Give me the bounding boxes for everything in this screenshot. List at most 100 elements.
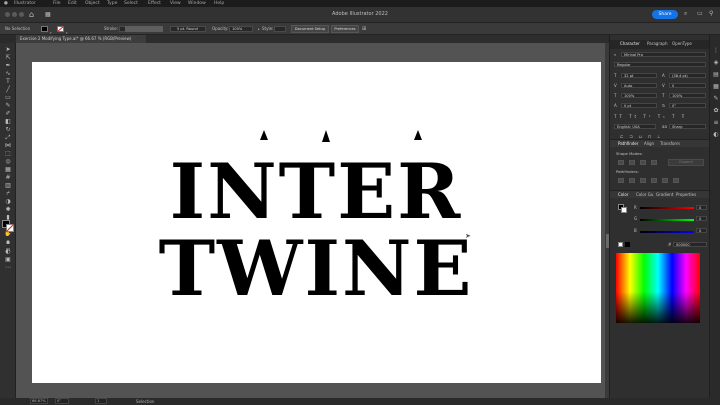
transparency-icon[interactable]: ◐: [711, 131, 720, 138]
stroke-color-box[interactable]: [6, 224, 14, 232]
tracking-field[interactable]: 0: [669, 83, 706, 88]
merge-icon[interactable]: [640, 178, 646, 183]
color-stroke-swatch[interactable]: [621, 207, 627, 213]
artboard-navigation-field[interactable]: 1: [95, 398, 107, 404]
screen-mode-icon[interactable]: ▣: [3, 256, 13, 263]
leading-field[interactable]: (38.4 pt): [669, 73, 706, 78]
search-help-icon[interactable]: ⚲: [709, 10, 713, 17]
edit-toolbar-icon[interactable]: ⋯: [3, 264, 13, 271]
graphic-style-swatch[interactable]: [274, 26, 286, 32]
tab-color[interactable]: Color: [618, 191, 628, 199]
blue-value-field[interactable]: 0: [696, 228, 707, 233]
artwork-line-2[interactable]: TWINE: [159, 224, 474, 313]
perspective-grid-tool-icon[interactable]: ▦: [3, 166, 13, 173]
green-slider[interactable]: [640, 219, 694, 221]
workspace-switcher-icon[interactable]: ▭: [697, 10, 703, 17]
control-menu-icon[interactable]: ⊞: [362, 23, 366, 35]
symbols-icon[interactable]: ✿: [711, 107, 720, 114]
crop-icon[interactable]: [651, 178, 657, 183]
gradient-tool-icon[interactable]: ▥: [3, 182, 13, 189]
minus-back-icon[interactable]: [673, 178, 679, 183]
properties-icon[interactable]: ⋮: [711, 47, 720, 54]
paintbrush-tool-icon[interactable]: ✎: [3, 102, 13, 109]
artboard[interactable]: INTER TWINE: [32, 62, 601, 383]
rectangle-tool-icon[interactable]: ▭: [3, 94, 13, 101]
divide-icon[interactable]: [618, 178, 624, 183]
minus-front-icon[interactable]: [629, 160, 635, 165]
brushes-icon[interactable]: ✎: [711, 95, 720, 102]
curvature-tool-icon[interactable]: ∿: [3, 70, 13, 77]
baseline-shift-field[interactable]: 0 pt: [621, 103, 657, 108]
menu-item-file[interactable]: File: [53, 0, 61, 7]
tab-color-guide[interactable]: Color Gu: [636, 191, 653, 199]
outline-icon[interactable]: [662, 178, 668, 183]
menu-item-effect[interactable]: Effect: [148, 0, 161, 7]
rotate-tool-icon[interactable]: ↻: [3, 126, 13, 133]
scale-tool-icon[interactable]: ⤢: [3, 134, 13, 141]
green-value-field[interactable]: 0: [696, 216, 707, 221]
free-transform-tool-icon[interactable]: ⬚: [3, 150, 13, 157]
width-tool-icon[interactable]: ⋈: [3, 142, 13, 149]
selection-tool-icon[interactable]: ➤: [3, 46, 13, 53]
menu-item-view[interactable]: View: [170, 0, 181, 7]
zoom-field[interactable]: 66.67%: [30, 398, 48, 404]
horizontal-scale-field[interactable]: 100%: [669, 93, 706, 98]
artwork[interactable]: INTER TWINE: [32, 62, 601, 383]
mesh-tool-icon[interactable]: #: [3, 174, 13, 181]
language-dropdown[interactable]: English: USA: [614, 124, 656, 129]
character-rotation-field[interactable]: 0°: [669, 103, 706, 108]
symbol-sprayer-tool-icon[interactable]: ✺: [3, 206, 13, 213]
type-tool-icon[interactable]: T: [3, 78, 13, 85]
eyedropper-tool-icon[interactable]: ⌿: [3, 190, 13, 197]
text-style-buttons[interactable]: TT Tt T¹ T₁ T Ŧ: [614, 114, 687, 119]
color-spectrum[interactable]: [616, 253, 700, 323]
find-font-icon[interactable]: ⌕: [614, 52, 616, 57]
rotate-view-field[interactable]: 0°: [55, 398, 69, 404]
menu-item-edit[interactable]: Edit: [68, 0, 77, 7]
intersect-icon[interactable]: [640, 160, 646, 165]
tab-opentype[interactable]: OpenType: [672, 40, 692, 48]
tab-pathfinder[interactable]: Pathfinder: [618, 140, 639, 148]
current-tool-status[interactable]: Selection: [136, 398, 154, 405]
tab-paragraph[interactable]: Paragraph: [647, 40, 668, 48]
font-family-dropdown[interactable]: Mirinal Pro: [621, 52, 706, 57]
trim-icon[interactable]: [629, 178, 635, 183]
black-color-icon[interactable]: [625, 242, 630, 247]
shaper-tool-icon[interactable]: ✐: [3, 110, 13, 117]
blend-tool-icon[interactable]: ◑: [3, 198, 13, 205]
pen-tool-icon[interactable]: ✒: [3, 62, 13, 69]
font-size-field[interactable]: 32 pt: [621, 73, 657, 78]
menu-item-type[interactable]: Type: [107, 0, 117, 7]
apple-menu-icon[interactable]: ●: [4, 0, 8, 7]
stroke-swatch[interactable]: [57, 26, 64, 32]
drawing-mode-icon[interactable]: ◐: [3, 248, 13, 255]
stroke-profile-field[interactable]: [125, 26, 163, 32]
document-setup-button[interactable]: Document Setup: [291, 25, 329, 33]
tab-properties[interactable]: Properties: [676, 191, 696, 199]
font-style-dropdown[interactable]: Regular: [614, 62, 706, 67]
tab-align[interactable]: Align: [644, 140, 654, 148]
preferences-button[interactable]: Preferences: [331, 25, 359, 33]
menu-item-select[interactable]: Select: [124, 0, 138, 7]
libraries-icon[interactable]: ▤: [711, 71, 720, 78]
tab-transform[interactable]: Transform: [660, 140, 680, 148]
expand-button[interactable]: Expand: [668, 159, 704, 166]
brush-definition-dropdown[interactable]: 5 pt. Round: [170, 26, 206, 32]
share-button[interactable]: Share: [652, 10, 678, 19]
exclude-icon[interactable]: [651, 160, 657, 165]
color-mode-icons[interactable]: ▪ ▫: [3, 239, 13, 253]
fill-swatch[interactable]: [41, 26, 48, 32]
tab-gradient[interactable]: Gradient: [656, 191, 673, 199]
opacity-field[interactable]: 100%: [229, 26, 253, 32]
swatches-icon[interactable]: ▦: [711, 83, 720, 90]
blue-slider[interactable]: [640, 231, 694, 233]
none-color-icon[interactable]: [618, 242, 623, 247]
stroke-panel-icon[interactable]: ≡: [711, 119, 720, 126]
menu-item-window[interactable]: Window: [188, 0, 206, 7]
menu-item-illustrator[interactable]: Illustrator: [14, 0, 36, 7]
layers-icon[interactable]: ◈: [711, 59, 720, 66]
kerning-field[interactable]: Auto: [621, 83, 657, 88]
eraser-tool-icon[interactable]: ◧: [3, 118, 13, 125]
menu-item-help[interactable]: Help: [214, 0, 224, 7]
tab-character[interactable]: Character: [620, 40, 640, 48]
